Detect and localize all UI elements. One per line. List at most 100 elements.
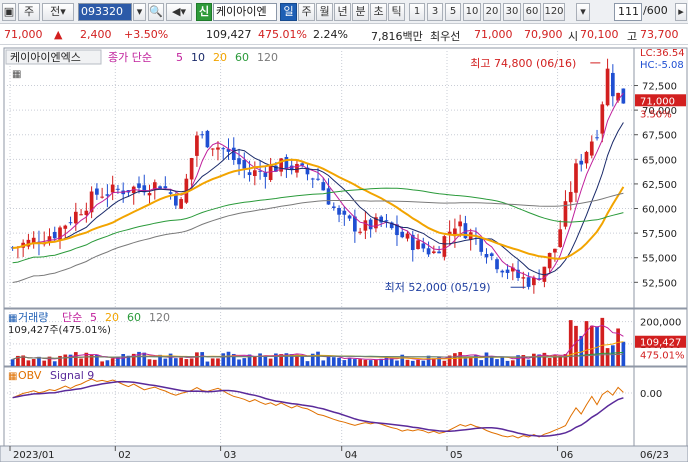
volume-bar [342,360,347,366]
current-price: 71,000 [4,28,43,41]
month-label: 06 [561,450,574,461]
volume-bar [363,359,368,366]
axis-frame-2 [633,366,688,447]
candle-body [337,208,341,215]
candle-body [600,104,605,134]
open-label: 시 [568,30,579,43]
volume-bar [484,352,489,366]
volume-bar [42,360,47,366]
candle-body [500,270,505,273]
price-tick-label: 62,500 [642,180,677,191]
before-button[interactable]: 전▾ [42,3,74,21]
volume-bar [26,360,31,366]
volume-bar [105,360,110,366]
candle-body [553,248,557,253]
candle-body [547,252,552,269]
volume-bar [242,358,247,366]
candle-body [489,253,494,257]
volume-bar [353,359,357,366]
price-ma-period-120: 120 [257,51,278,64]
volume-bar [421,360,426,366]
month-label: 03 [224,450,237,461]
period-tab-1[interactable]: 주 [298,3,315,21]
candle-body [231,147,236,160]
interval-btn-20[interactable]: 20 [483,3,501,21]
obv-label: OBV [18,369,42,382]
current-price-tag: 71,000 [640,96,675,107]
bar-count-input[interactable]: 111 [614,3,642,21]
volume-bar [479,360,484,366]
interval-btn-60[interactable]: 60 [523,3,541,21]
volume-bar [463,357,468,366]
volume-bar [316,351,320,366]
change-arrow: ▲ [54,28,63,41]
candle-body [384,220,389,222]
candle-body [263,172,268,177]
candle-body [163,186,168,189]
candle-body [358,231,362,233]
candle-body [68,222,73,224]
candle-body [431,251,436,253]
candle-body [558,229,563,247]
candle-body [521,277,526,279]
stock-code-input[interactable]: 093320 [78,3,132,21]
market-select[interactable]: 주 [18,3,40,21]
interval-more-icon[interactable]: ▾ [576,3,590,21]
volume-bar [300,355,305,366]
candle-body [416,240,420,250]
candle-body [189,158,194,180]
interval-btn-3[interactable]: 3 [427,3,443,21]
candle-body [584,151,589,164]
search-icon[interactable]: 🔍 [148,3,164,21]
code-dropdown-icon[interactable]: ▾ [133,3,146,21]
volume-bar [584,321,589,366]
period-tab-5[interactable]: 초 [370,3,387,21]
candle-body [421,243,426,249]
x-axis-end-label: 06/23 [640,450,669,461]
volume-bar [58,355,62,366]
volume-bar [321,360,326,366]
candle-body [268,165,273,180]
stock-chart[interactable]: 72,50070,00067,50065,00062,50060,00057,5… [0,46,688,462]
price-tick-label: 52,500 [642,278,677,289]
interval-btn-10[interactable]: 10 [463,3,481,21]
period-tab-4[interactable]: 분 [352,3,369,21]
interval-btn-5[interactable]: 5 [445,3,461,21]
screen-icon[interactable]: ▣ [2,3,16,21]
price-ma-period-5: 5 [176,51,183,64]
candle-body [347,215,352,219]
more-icon[interactable]: ▸ [675,3,687,21]
volume-bar [347,357,352,366]
period-tab-2[interactable]: 월 [316,3,333,21]
obv-signal-label: Signal 9 [50,369,94,382]
volume-bar [532,353,536,366]
period-tab-3[interactable]: 년 [334,3,351,21]
speaker-icon[interactable]: ◀▾ [166,3,192,21]
candle-body [589,141,594,156]
period-tab-6[interactable]: 틱 [388,3,405,21]
hc-label: HC:-5.08 [640,60,684,71]
candle-body [342,210,347,215]
month-label: 04 [345,450,358,461]
panel-frame-0 [3,47,635,309]
interval-btn-30[interactable]: 30 [503,3,521,21]
candle-body [505,269,510,273]
lc-label: LC:36.54 [640,48,685,59]
volume-label: 거래량 [18,311,48,324]
volume-bar [442,360,447,366]
candle-body [574,163,578,193]
candle-body [168,192,173,194]
sin-badge[interactable]: 신 [196,3,212,21]
interval-btn-1[interactable]: 1 [409,3,425,21]
interval-btn-120[interactable]: 120 [543,3,565,21]
stock-name-field[interactable]: 케이아이엔 [213,3,277,21]
before-button-label: 전 [50,5,61,18]
candle-body [400,231,405,238]
ask-price: 71,000 [474,28,513,41]
volume-bar [152,359,157,366]
volume-bar [389,358,394,366]
candle-body [479,238,484,252]
period-tab-0[interactable]: 일 [280,3,297,21]
volume-bar [226,351,231,366]
candle-body [63,225,68,229]
